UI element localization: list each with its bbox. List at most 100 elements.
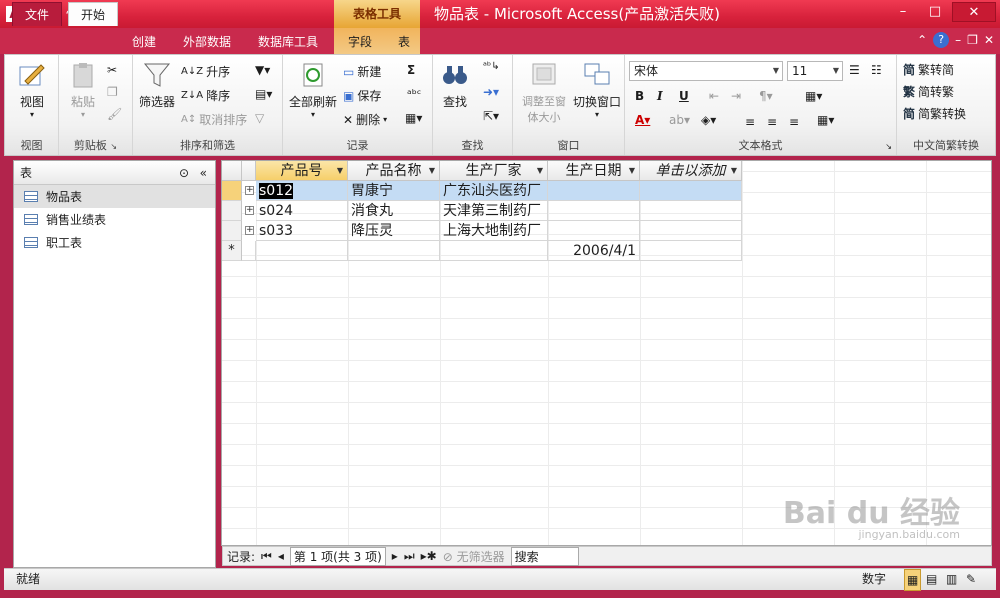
no-filter-indicator[interactable]: ⊘ 无筛选器	[443, 548, 505, 565]
font-size-combo[interactable]: 11 ▼	[787, 61, 843, 81]
chevron-down-icon[interactable]: ▼	[731, 161, 737, 181]
nav-item-staff-table[interactable]: 职工表	[14, 231, 215, 254]
decrease-indent-icon[interactable]: ⇤	[709, 89, 719, 103]
cut-icon[interactable]: ✂	[107, 63, 117, 77]
bullets-icon[interactable]: ☰	[849, 63, 860, 77]
next-record-icon[interactable]: ▸	[392, 549, 398, 563]
fill-color-icon[interactable]: ◈▾	[701, 113, 716, 127]
column-header-manufacturer[interactable]: 生产厂家 ▼	[440, 161, 548, 181]
table-cell[interactable]: 上海大地制药厂	[440, 221, 548, 241]
totals-sigma-icon[interactable]: Σ	[407, 63, 415, 77]
spelling-icon[interactable]: ᵃᵇᶜ	[407, 87, 421, 101]
help-icon[interactable]: ?	[933, 32, 950, 48]
table-cell[interactable]	[640, 181, 742, 201]
tab-table[interactable]: 表	[390, 30, 418, 54]
switch-windows-button[interactable]: 切换窗口 ▾	[571, 61, 623, 119]
datasheet-view-icon[interactable]: ▦	[904, 569, 922, 591]
find-button[interactable]: 查找	[437, 61, 473, 110]
tab-fields[interactable]: 字段	[340, 30, 380, 54]
search-input[interactable]: 搜索	[510, 546, 579, 566]
nav-menu-chevron-icon[interactable]: ⊙	[179, 161, 189, 185]
advanced-filter-icon[interactable]: ▤▾	[255, 87, 272, 101]
last-record-icon[interactable]: ⏭	[404, 549, 415, 564]
table-cell[interactable]	[640, 241, 742, 261]
highlight-icon[interactable]: ab▾	[669, 113, 690, 127]
pivotchart-view-icon[interactable]: ▥	[946, 569, 957, 589]
tab-home[interactable]: 开始	[68, 2, 118, 26]
chevron-down-icon[interactable]: ▼	[629, 161, 635, 181]
filter-button[interactable]: 筛选器	[137, 61, 177, 110]
expand-plus-icon[interactable]: +	[245, 186, 254, 195]
copy-icon[interactable]: ❐	[107, 85, 118, 99]
new-record-button[interactable]: ▭ 新建	[343, 63, 381, 80]
collapse-ribbon-icon[interactable]: ⌃	[917, 33, 927, 47]
toggle-filter-icon[interactable]: ▽	[255, 111, 264, 125]
new-record-marker[interactable]: *	[222, 241, 242, 261]
more-records-icon[interactable]: ▦▾	[405, 111, 422, 125]
sort-ascending-button[interactable]: A↓Z 升序	[181, 63, 230, 80]
design-view-icon[interactable]: ✎	[966, 569, 976, 589]
font-color-icon[interactable]: A▾	[635, 113, 650, 127]
simple-to-trad-button[interactable]: 繁简转繁	[903, 83, 954, 100]
convert-button[interactable]: 简简繁转换	[903, 105, 966, 122]
trad-to-simple-button[interactable]: 简繁转简	[903, 61, 954, 78]
doc-restore-icon[interactable]: ❐	[967, 33, 978, 47]
tab-file[interactable]: 文件	[12, 2, 62, 26]
increase-indent-icon[interactable]: ⇥	[731, 89, 741, 103]
align-right-icon[interactable]: ≡	[789, 115, 799, 129]
table-cell[interactable]	[256, 241, 348, 261]
table-cell[interactable]	[440, 241, 548, 261]
numbering-icon[interactable]: ☷	[871, 63, 882, 77]
select-all-corner[interactable]	[222, 161, 242, 181]
column-header-product-id[interactable]: 产品号 ▼	[256, 161, 348, 181]
new-record-nav-icon[interactable]: ▸✱	[421, 549, 437, 563]
column-header-production-date[interactable]: 生产日期 ▼	[548, 161, 640, 181]
remove-sort-button[interactable]: A↕ 取消排序	[181, 111, 247, 128]
table-cell[interactable]: 天津第三制药厂	[440, 201, 548, 221]
pivottable-view-icon[interactable]: ▤	[926, 569, 937, 589]
table-cell[interactable]	[548, 181, 640, 201]
table-cell[interactable]	[548, 201, 640, 221]
table-cell[interactable]: s033	[256, 221, 348, 241]
maximize-button[interactable]: □	[920, 2, 950, 22]
paste-button[interactable]: 粘贴 ▾	[65, 61, 101, 119]
nav-item-goods-table[interactable]: 物品表	[14, 185, 215, 208]
row-selector[interactable]	[222, 201, 242, 221]
doc-close-icon[interactable]: ✕	[984, 33, 994, 47]
table-cell[interactable]: 降压灵	[348, 221, 440, 241]
font-name-combo[interactable]: 宋体 ▼	[629, 61, 783, 81]
dialog-launcher-icon[interactable]: ↘	[885, 142, 892, 151]
italic-icon[interactable]: I	[657, 89, 663, 103]
first-record-icon[interactable]: ⏮	[261, 549, 272, 564]
table-cell[interactable]: 消食丸	[348, 201, 440, 221]
size-to-fit-form-button[interactable]: 调整至窗体大小	[517, 61, 571, 125]
select-icon[interactable]: ⇱▾	[483, 109, 499, 123]
table-cell[interactable]	[640, 221, 742, 241]
table-cell[interactable]	[640, 201, 742, 221]
table-cell[interactable]: 胃康宁	[348, 181, 440, 201]
tab-external-data[interactable]: 外部数据	[175, 30, 239, 54]
delete-record-button[interactable]: ✕ 删除 ▾	[343, 111, 387, 128]
column-header-click-to-add[interactable]: 单击以添加 ▼	[640, 161, 742, 181]
format-painter-icon[interactable]: 🖌	[107, 107, 122, 121]
table-cell[interactable]: s012	[256, 181, 348, 201]
align-left-icon[interactable]: ≡	[745, 115, 755, 129]
close-button[interactable]: ✕	[952, 2, 996, 22]
minimize-button[interactable]: –	[888, 2, 918, 22]
paragraph-direction-icon[interactable]: ¶▾	[759, 89, 773, 103]
row-selector[interactable]	[222, 181, 242, 201]
previous-record-icon[interactable]: ◂	[278, 549, 284, 563]
align-center-icon[interactable]: ≡	[767, 115, 777, 129]
alternate-row-color-icon[interactable]: ▦▾	[817, 113, 834, 127]
expand-plus-icon[interactable]: +	[245, 206, 254, 215]
chevron-down-icon[interactable]: ▼	[429, 161, 435, 181]
doc-minimize-icon[interactable]: –	[955, 33, 961, 47]
chevron-down-icon[interactable]: ▼	[537, 161, 543, 181]
gridlines-icon[interactable]: ▦▾	[805, 89, 822, 103]
tab-database-tools[interactable]: 数据库工具	[250, 30, 326, 54]
table-cell-default-date[interactable]: 2006/4/1	[548, 241, 640, 261]
goto-icon[interactable]: ➜▾	[483, 85, 499, 99]
row-selector[interactable]	[222, 221, 242, 241]
replace-icon[interactable]: ᵃᵇ↳	[483, 61, 500, 72]
column-header-product-name[interactable]: 产品名称 ▼	[348, 161, 440, 181]
